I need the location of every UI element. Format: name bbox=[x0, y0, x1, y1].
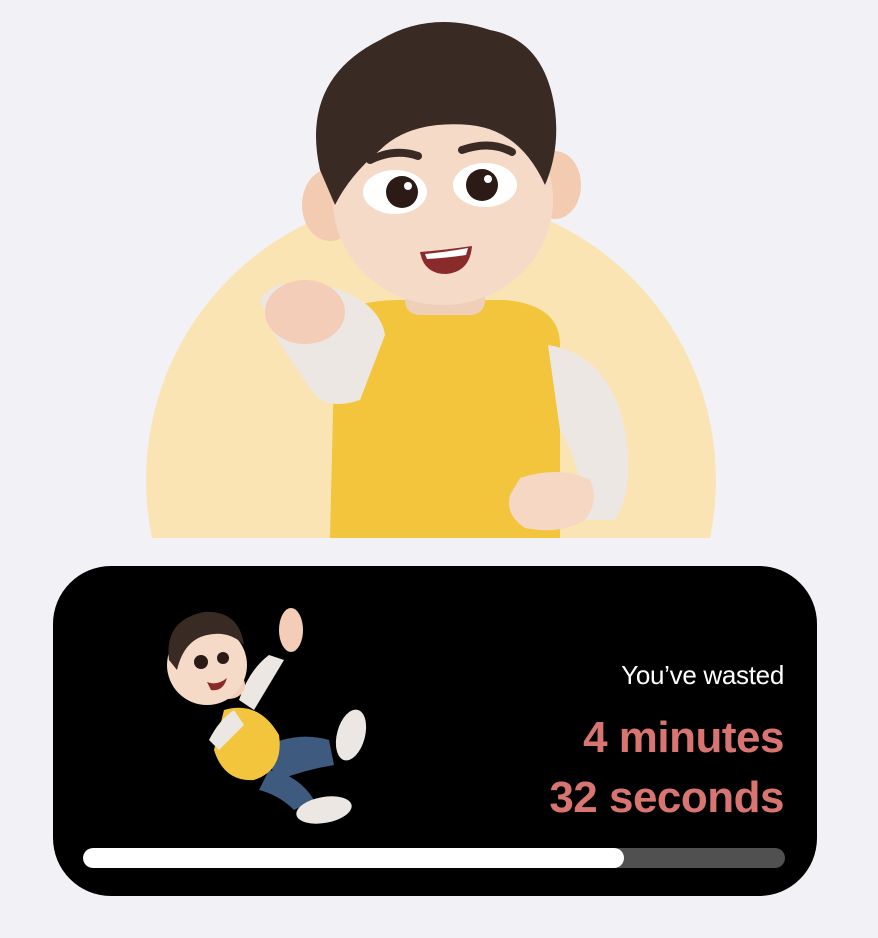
hero-illustration bbox=[0, 0, 878, 540]
wasted-time-card: You’ve wasted 4 minutes 32 seconds bbox=[53, 566, 817, 896]
progress-fill bbox=[83, 848, 624, 868]
falling-boy-illustration bbox=[167, 608, 367, 824]
wasted-minutes: 4 minutes bbox=[583, 713, 784, 762]
progress-bar bbox=[83, 848, 785, 868]
wasted-time-text: You’ve wasted 4 minutes 32 seconds bbox=[424, 658, 784, 828]
pointing-fist bbox=[265, 280, 345, 344]
pointing-boy-illustration bbox=[146, 22, 716, 538]
wasted-label: You’ve wasted bbox=[621, 660, 784, 690]
wasted-seconds: 32 seconds bbox=[549, 773, 784, 822]
